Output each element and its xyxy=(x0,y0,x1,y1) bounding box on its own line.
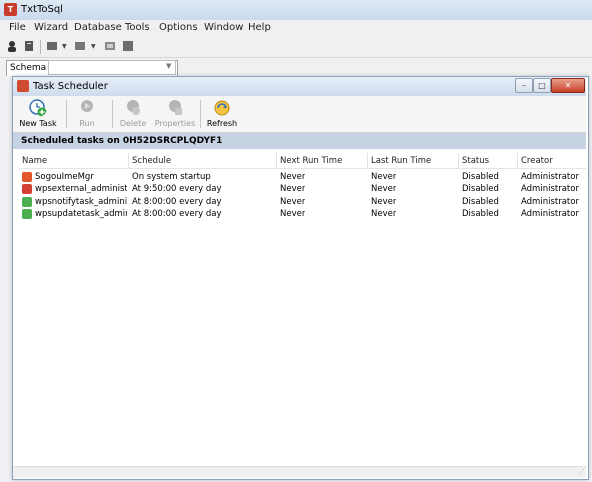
task-next-run: Never xyxy=(280,197,306,207)
task-schedule: At 8:00:00 every day xyxy=(132,209,222,219)
column-divider[interactable] xyxy=(367,153,368,168)
task-next-run: Never xyxy=(280,184,306,194)
task-last-run: Never xyxy=(371,197,397,207)
refresh-button[interactable]: Refresh xyxy=(203,99,241,128)
menu-help[interactable]: Help xyxy=(248,22,271,33)
column-divider[interactable] xyxy=(458,153,459,168)
delete-button[interactable]: Delete xyxy=(116,99,150,128)
task-creator: Administrator xyxy=(521,172,579,182)
task-schedule: At 8:00:00 every day xyxy=(132,197,222,207)
header-divider xyxy=(19,168,586,169)
task-status: Disabled xyxy=(462,209,499,219)
task-icon xyxy=(22,209,32,219)
minimize-button[interactable]: – xyxy=(515,78,533,93)
run-label: Run xyxy=(79,119,95,128)
column-header-last-run[interactable]: Last Run Time xyxy=(371,156,431,166)
toolbar-separator xyxy=(200,100,201,128)
run-button[interactable]: Run xyxy=(70,99,104,128)
column-divider[interactable] xyxy=(276,153,277,168)
task-icon xyxy=(22,197,32,207)
column-header-name[interactable]: Name xyxy=(22,156,47,166)
menu-file[interactable]: File xyxy=(9,22,26,33)
app-title: TxtToSql xyxy=(21,4,63,15)
properties-icon xyxy=(169,100,182,115)
image-icon[interactable] xyxy=(104,40,116,52)
main-toolbar: ▼ ▼ xyxy=(0,37,592,58)
refresh-label: Refresh xyxy=(206,119,238,128)
chevron-down-icon[interactable]: ▼ xyxy=(166,62,171,70)
task-schedule: At 9:50:00 every day xyxy=(132,184,222,194)
task-status: Disabled xyxy=(462,172,499,182)
task-creator: Administrator xyxy=(521,197,579,207)
task-next-run: Never xyxy=(280,209,306,219)
run-icon xyxy=(81,100,93,112)
new-task-label: New Task xyxy=(19,119,57,128)
task-name: wpsnotifytask_adminis... xyxy=(35,197,127,207)
properties-label: Properties xyxy=(154,119,196,128)
new-task-button[interactable]: New Task xyxy=(18,99,58,128)
document-icon[interactable] xyxy=(23,40,35,52)
table-icon[interactable] xyxy=(46,40,58,52)
delete-icon xyxy=(127,100,140,115)
dropdown-arrow-icon[interactable]: ▼ xyxy=(91,43,96,50)
scheduled-tasks-title: Scheduled tasks on 0H52DSRCPLQDYF1 xyxy=(21,136,223,146)
menu-tools[interactable]: Tools xyxy=(125,22,150,33)
column-header-creator[interactable]: Creator xyxy=(521,156,553,166)
resize-grip-icon[interactable]: ⋰ xyxy=(578,468,585,476)
task-creator: Administrator xyxy=(521,184,579,194)
dropdown-arrow-icon[interactable]: ▼ xyxy=(62,43,67,50)
column-divider[interactable] xyxy=(517,153,518,168)
task-name: wpsupdatetask_admini... xyxy=(35,209,127,219)
task-last-run: Never xyxy=(371,184,397,194)
task-schedule: On system startup xyxy=(132,172,211,182)
task-creator: Administrator xyxy=(521,209,579,219)
clock-add-icon xyxy=(29,99,47,117)
app-logo-icon: T xyxy=(4,3,17,16)
window-icon[interactable] xyxy=(122,40,134,52)
delete-label: Delete xyxy=(119,119,147,128)
horizontal-scrollbar[interactable] xyxy=(13,466,586,478)
wps-icon xyxy=(22,184,32,194)
menu-database[interactable]: Database xyxy=(74,22,122,33)
user-icon[interactable] xyxy=(6,40,18,52)
menu-bar: File Wizard Database Tools Options Windo… xyxy=(0,20,592,37)
schema-select[interactable] xyxy=(48,60,176,75)
task-name: SogouImeMgr xyxy=(35,172,94,182)
task-name: wpsexternal_administr... xyxy=(35,184,127,194)
window-title: Task Scheduler xyxy=(33,81,108,92)
maximize-button[interactable]: □ xyxy=(533,78,551,93)
refresh-icon xyxy=(214,100,230,116)
grid-icon[interactable] xyxy=(74,40,86,52)
task-last-run: Never xyxy=(371,172,397,182)
toolbar-separator xyxy=(112,100,113,128)
column-header-next-run[interactable]: Next Run Time xyxy=(280,156,342,166)
task-scheduler-icon xyxy=(17,80,29,92)
column-header-schedule[interactable]: Schedule xyxy=(132,156,171,166)
toolbar-separator xyxy=(40,40,41,54)
menu-options[interactable]: Options xyxy=(159,22,198,33)
column-divider[interactable] xyxy=(128,153,129,168)
sogou-icon xyxy=(22,172,32,182)
task-status: Disabled xyxy=(462,197,499,207)
schema-label: Schema xyxy=(10,63,47,73)
column-header-status[interactable]: Status xyxy=(462,156,489,166)
task-last-run: Never xyxy=(371,209,397,219)
task-next-run: Never xyxy=(280,172,306,182)
task-status: Disabled xyxy=(462,184,499,194)
menu-window[interactable]: Window xyxy=(204,22,243,33)
properties-button[interactable]: Properties xyxy=(152,99,198,128)
close-button[interactable]: ✕ xyxy=(551,78,585,93)
menu-wizard[interactable]: Wizard xyxy=(34,22,68,33)
toolbar-separator xyxy=(66,100,67,128)
app-titlebar xyxy=(0,0,592,21)
